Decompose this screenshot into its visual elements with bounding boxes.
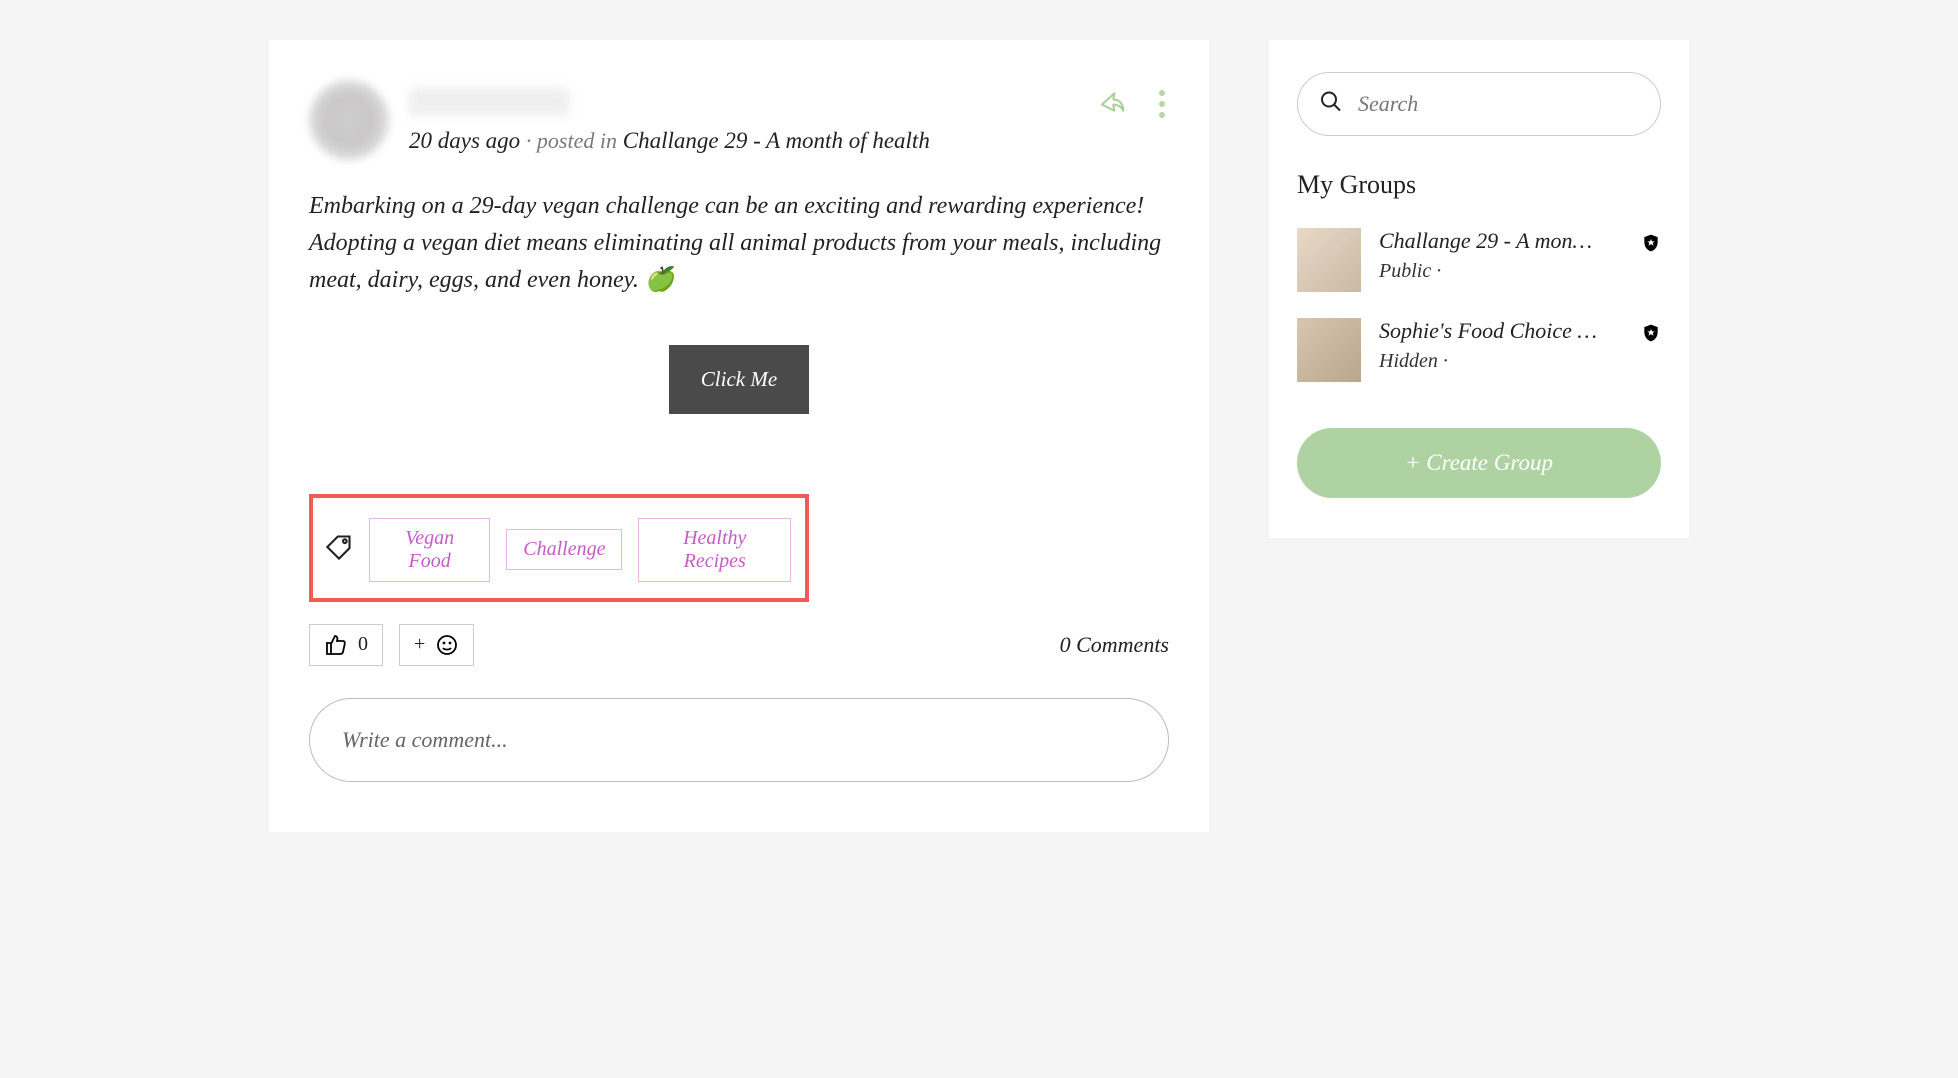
search-input[interactable] <box>1297 72 1661 136</box>
group-name: Challange 29 - A mon… <box>1379 228 1623 254</box>
tag-challenge[interactable]: Challenge <box>506 529 622 570</box>
post-card: 20 days ago · posted in Challange 29 - A… <box>269 40 1209 832</box>
posted-in-label: posted in <box>537 128 617 153</box>
comment-input[interactable] <box>309 698 1169 782</box>
search-wrap <box>1297 72 1661 136</box>
sidebar-card: My Groups Challange 29 - A mon… Public · <box>1269 40 1689 538</box>
group-privacy: Public · <box>1379 260 1623 283</box>
author-name-blurred <box>409 88 569 116</box>
sidebar: My Groups Challange 29 - A mon… Public · <box>1269 40 1689 832</box>
thumbs-up-icon <box>324 633 348 657</box>
posted-in-group[interactable]: Challange 29 - A month of health <box>623 128 930 153</box>
post-meta: 20 days ago · posted in Challange 29 - A… <box>409 80 1169 156</box>
tag-healthy-recipes[interactable]: Healthy Recipes <box>638 518 791 582</box>
author-avatar[interactable] <box>309 80 389 160</box>
click-me-button[interactable]: Click Me <box>669 345 809 414</box>
group-item-0[interactable]: Challange 29 - A mon… Public · <box>1297 228 1661 292</box>
meta-separator: · <box>526 128 537 153</box>
shield-badge-icon <box>1641 322 1661 349</box>
post-meta-line: 20 days ago · posted in Challange 29 - A… <box>409 126 1169 156</box>
share-icon[interactable] <box>1097 87 1127 122</box>
group-name: Sophie's Food Choice … <box>1379 318 1623 344</box>
group-info: Sophie's Food Choice … Hidden · <box>1379 318 1623 373</box>
group-item-1[interactable]: Sophie's Food Choice … Hidden · <box>1297 318 1661 382</box>
group-thumb <box>1297 228 1361 292</box>
search-icon <box>1319 90 1343 119</box>
like-button[interactable]: 0 <box>309 624 383 666</box>
tag-icon <box>325 533 353 566</box>
comment-input-wrap <box>309 698 1169 782</box>
tags-row: Vegan Food Challenge Healthy Recipes <box>309 494 809 602</box>
tag-vegan-food[interactable]: Vegan Food <box>369 518 490 582</box>
group-info: Challange 29 - A mon… Public · <box>1379 228 1623 283</box>
more-options-icon[interactable] <box>1155 86 1169 122</box>
post-header-actions <box>1097 86 1169 122</box>
comments-count[interactable]: 0 Comments <box>1060 632 1169 658</box>
post-body: Embarking on a 29-day vegan challenge ca… <box>309 188 1169 300</box>
plus-label: + <box>414 633 425 656</box>
post-header: 20 days ago · posted in Challange 29 - A… <box>309 80 1169 160</box>
group-thumb <box>1297 318 1361 382</box>
add-reaction-button[interactable]: + <box>399 624 474 666</box>
smile-icon <box>435 633 459 657</box>
cta-wrap: Click Me <box>309 345 1169 414</box>
post-time: 20 days ago <box>409 128 520 153</box>
shield-badge-icon <box>1641 232 1661 259</box>
my-groups-title: My Groups <box>1297 170 1661 200</box>
group-privacy: Hidden · <box>1379 350 1623 373</box>
like-count: 0 <box>358 633 368 656</box>
reactions-row: 0 + 0 Comments <box>309 624 1169 666</box>
create-group-button[interactable]: + Create Group <box>1297 428 1661 498</box>
